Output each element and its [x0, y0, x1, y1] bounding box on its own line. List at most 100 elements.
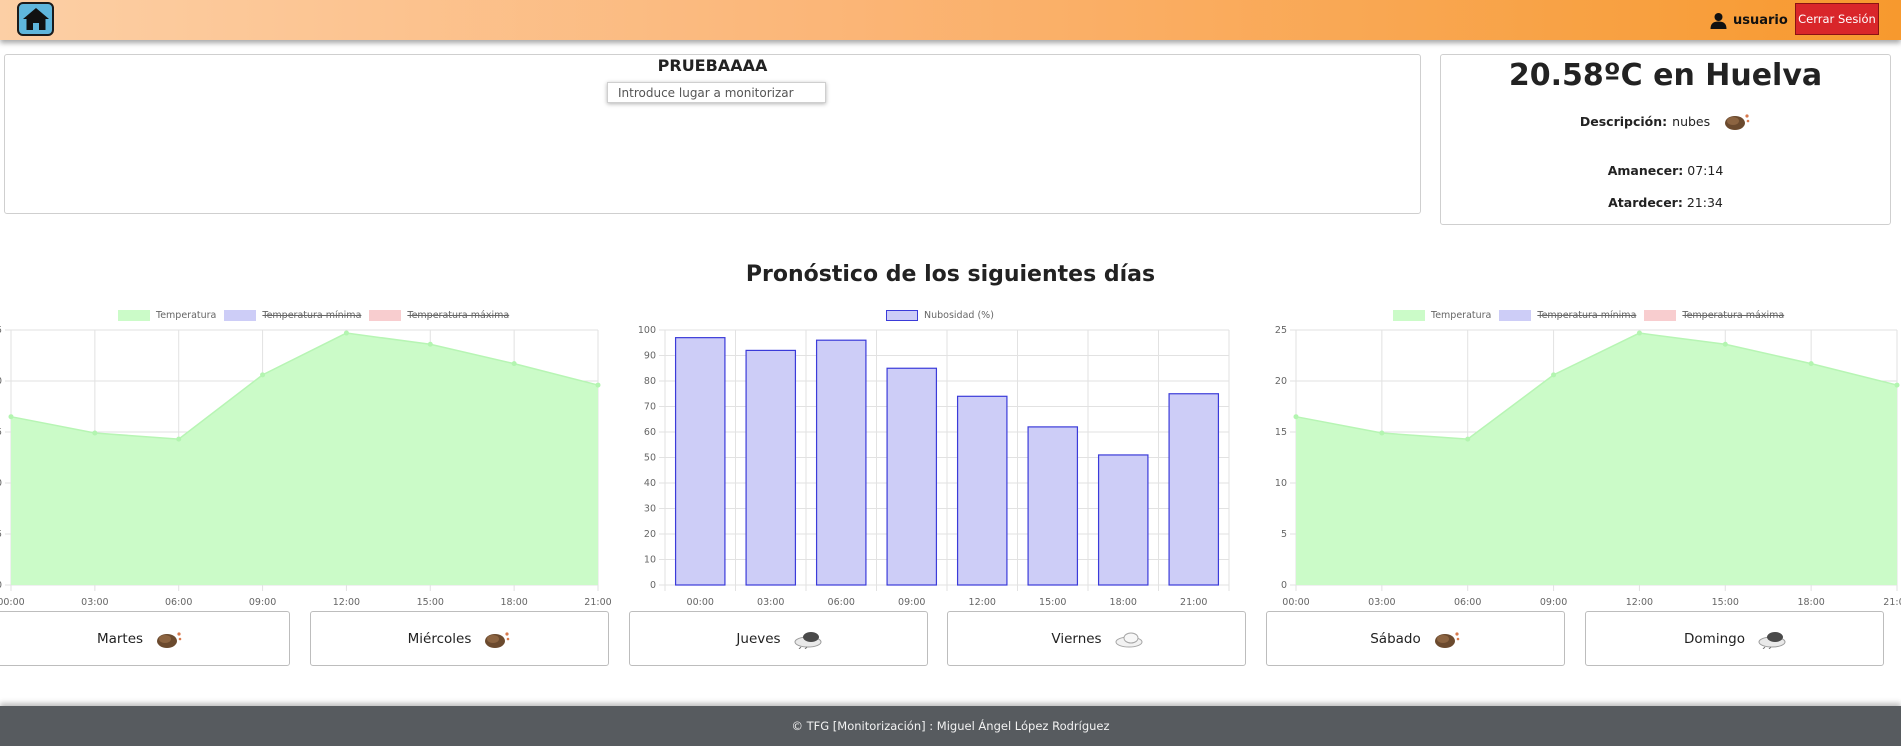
- y-tick-label: 20: [0, 376, 2, 387]
- x-tick-label: 06:00: [1454, 597, 1481, 608]
- y-tick-label: 10: [0, 478, 2, 489]
- y-tick-label: 0: [0, 580, 2, 591]
- bar: [1168, 393, 1220, 586]
- x-tick-label: 15:00: [417, 597, 444, 608]
- y-tick-label: 0: [1281, 580, 1287, 591]
- data-point: [1722, 341, 1728, 347]
- bar: [1097, 454, 1149, 586]
- day-label: Sábado: [1370, 630, 1421, 647]
- y-tick-label: 15: [0, 427, 2, 438]
- y-tick-label: 70: [644, 402, 656, 413]
- cloud-icon: [483, 629, 511, 649]
- data-point: [1293, 414, 1299, 420]
- location-search-input[interactable]: [607, 82, 826, 103]
- bar: [674, 337, 726, 586]
- data-point: [176, 436, 182, 442]
- data-point: [1551, 372, 1557, 378]
- bar: [956, 395, 1008, 586]
- x-tick-label: 09:00: [1540, 597, 1567, 608]
- day-label: Martes: [96, 630, 144, 647]
- y-tick-label: 10: [644, 555, 656, 566]
- home-icon: [22, 8, 49, 30]
- sunset-label: Atardecer:: [1608, 195, 1683, 210]
- x-tick-label: 18:00: [500, 597, 527, 608]
- area-series: [11, 333, 598, 585]
- y-tick-label: 90: [644, 351, 656, 362]
- day-card-martes[interactable]: Martes: [0, 611, 290, 666]
- y-tick-label: 25: [0, 325, 2, 336]
- y-tick-label: 60: [644, 427, 656, 438]
- y-tick-label: 20: [644, 529, 656, 540]
- y-tick-label: 100: [638, 325, 656, 336]
- day-label: Domingo: [1684, 630, 1745, 647]
- x-tick-label: 00:00: [1282, 597, 1309, 608]
- day-card-jueves[interactable]: Jueves: [629, 611, 928, 666]
- weather-description-row: Descripción: nubes: [1441, 111, 1890, 131]
- data-point: [1808, 361, 1814, 367]
- day-card-domingo[interactable]: Domingo: [1585, 611, 1884, 666]
- x-tick-label: 03:00: [757, 597, 784, 608]
- day-card-miercoles[interactable]: Miércoles: [310, 611, 609, 666]
- data-point: [92, 430, 98, 436]
- x-tick-label: 09:00: [249, 597, 276, 608]
- bar: [1027, 426, 1079, 586]
- day-card-viernes[interactable]: Viernes: [947, 611, 1246, 666]
- x-tick-label: 18:00: [1797, 597, 1824, 608]
- forecast-heading: Pronóstico de los siguientes días: [745, 262, 1156, 287]
- y-tick-label: 30: [644, 504, 656, 515]
- y-tick-label: 40: [644, 478, 656, 489]
- username-label: usuario: [1733, 12, 1788, 28]
- sunrise-value: 07:14: [1687, 163, 1724, 178]
- white-cloud-icon: [1114, 629, 1143, 649]
- y-tick-label: 25: [1275, 325, 1287, 336]
- day-label: Viernes: [1051, 630, 1102, 647]
- data-point: [1894, 382, 1900, 388]
- y-tick-label: 15: [1275, 427, 1287, 438]
- rain-cloud-icon: [1757, 629, 1786, 649]
- top-navbar: usuario Cerrar Sesión: [0, 0, 1901, 40]
- cloudiness-chart: 0 10 20 30 40 50 60 70 80 90 100 00:00 03:00 06:00 09:…: [620, 320, 1250, 610]
- user-icon: [1710, 12, 1727, 29]
- logout-button[interactable]: Cerrar Sesión: [1795, 3, 1879, 35]
- data-point: [1636, 330, 1642, 336]
- data-point: [1465, 436, 1471, 442]
- x-tick-label: 21:00: [1180, 597, 1207, 608]
- cloud-icon: [155, 629, 183, 649]
- x-tick-label: 03:00: [1368, 597, 1395, 608]
- y-tick-label: 20: [1275, 376, 1287, 387]
- sunrise-label: Amanecer:: [1607, 163, 1684, 178]
- y-tick-label: 5: [1281, 529, 1287, 540]
- data-point: [8, 414, 14, 420]
- x-tick-label: 12:00: [1626, 597, 1653, 608]
- y-tick-label: 80: [644, 376, 656, 387]
- sunrise-row: Amanecer: 07:14: [1441, 163, 1890, 178]
- x-tick-label: 12:00: [969, 597, 996, 608]
- day-card-sabado[interactable]: Sábado: [1266, 611, 1565, 666]
- cloud-icon: [1433, 629, 1461, 649]
- x-tick-label: 18:00: [1110, 597, 1137, 608]
- cloud-icon: [1723, 111, 1751, 131]
- data-point: [595, 382, 601, 388]
- bar: [886, 367, 938, 586]
- rain-cloud-icon: [793, 629, 822, 649]
- x-tick-label: 12:00: [333, 597, 360, 608]
- day-label: Miércoles: [407, 630, 472, 647]
- user-menu[interactable]: usuario: [1710, 9, 1788, 31]
- home-button[interactable]: [17, 2, 54, 36]
- sunset-value: 21:34: [1686, 195, 1723, 210]
- bar: [815, 339, 867, 586]
- y-tick-label: 5: [0, 529, 2, 540]
- y-tick-label: 0: [650, 580, 656, 591]
- data-point: [260, 372, 266, 378]
- current-weather-card: 20.58ºC en Huelva Descripción: nubes Ama…: [1440, 54, 1891, 225]
- x-tick-label: 06:00: [165, 597, 192, 608]
- x-tick-label: 00:00: [0, 597, 25, 608]
- current-temperature-heading: 20.58ºC en Huelva: [1508, 58, 1823, 93]
- x-tick-label: 15:00: [1712, 597, 1739, 608]
- monitor-search-card: PRUEBAAAA: [4, 54, 1421, 214]
- x-tick-label: 09:00: [898, 597, 925, 608]
- x-tick-label: 21:00: [584, 597, 611, 608]
- footer: © TFG [Monitorización] : Miguel Ángel Ló…: [0, 706, 1901, 746]
- description-label: Descripción:: [1579, 113, 1668, 129]
- x-tick-label: 03:00: [81, 597, 108, 608]
